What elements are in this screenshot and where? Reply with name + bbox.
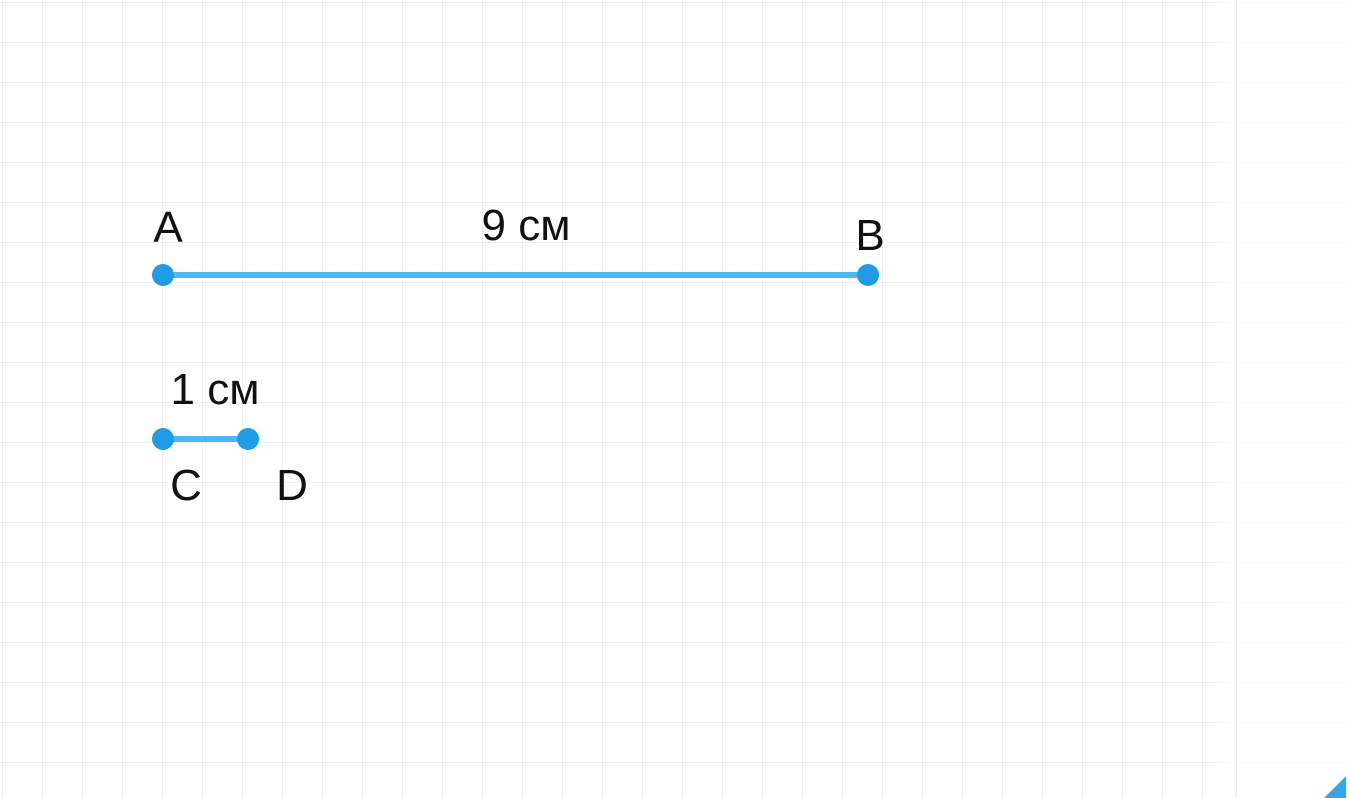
point-b[interactable] [857, 264, 879, 286]
length-cd: 1 см [171, 368, 260, 412]
label-c: C [170, 464, 202, 508]
label-d: D [276, 464, 308, 508]
point-a[interactable] [152, 264, 174, 286]
label-a: A [153, 206, 182, 250]
segment-cd[interactable] [163, 436, 248, 442]
right-margin-divider [1236, 0, 1237, 798]
diagram-canvas[interactable]: A B 9 см C D 1 см [0, 0, 1350, 798]
right-margin [1220, 0, 1350, 798]
resize-handle-icon[interactable] [1324, 776, 1346, 798]
label-b: B [855, 214, 884, 258]
length-ab: 9 см [482, 204, 571, 248]
point-c[interactable] [152, 428, 174, 450]
point-d[interactable] [237, 428, 259, 450]
segment-ab[interactable] [163, 272, 868, 278]
